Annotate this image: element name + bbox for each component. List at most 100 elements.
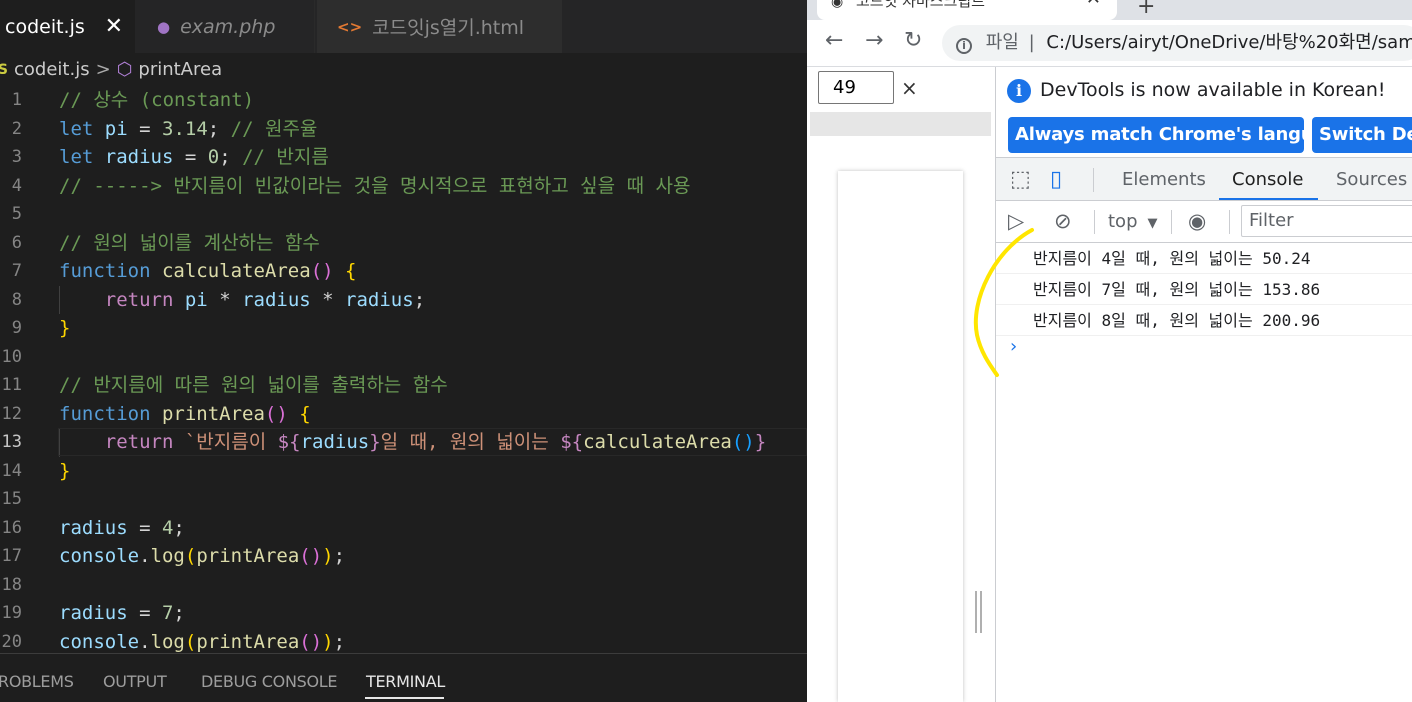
console-log-entry: 반지름이 4일 때, 원의 넓이는 50.24	[996, 243, 1412, 274]
code-token: ;	[207, 117, 231, 140]
filter-input[interactable]: Filter	[1241, 205, 1412, 237]
code-token: radius	[59, 516, 128, 539]
console-prompt-icon[interactable]: ›	[1010, 336, 1017, 357]
tab-sources[interactable]: Sources	[1336, 169, 1407, 190]
code-token: ()	[299, 630, 323, 653]
tab-elements[interactable]: Elements	[1122, 169, 1206, 190]
back-icon[interactable]: ←	[825, 28, 843, 53]
code-token: radius	[59, 602, 128, 624]
divider	[1229, 210, 1230, 234]
code-line[interactable]: 6 // 원의 넓이를 계산하는 함수	[0, 229, 807, 258]
code-token: return	[104, 288, 174, 311]
code-line[interactable]: 18	[0, 571, 807, 600]
clear-console-icon[interactable]: ⊘	[1054, 209, 1072, 233]
close-icon[interactable]: ×	[901, 76, 918, 100]
browser-toolbar: ← → ↻ i 파일 | C:/Users/airyt/OneDrive/바탕%…	[807, 20, 1412, 67]
forward-icon[interactable]: →	[865, 28, 883, 53]
code-line[interactable]: 20 console.log(printArea());	[0, 628, 807, 657]
code-line[interactable]: 2 let pi = 3.14; // 원주율	[0, 115, 807, 144]
code-token: function	[59, 402, 151, 425]
code-area[interactable]: 1// 상수 (constant) 2 let pi = 3.14; // 원주율 3…	[0, 86, 807, 653]
code-token: console	[59, 630, 140, 653]
inspect-element-icon[interactable]: ⬚	[1010, 167, 1031, 192]
tab-problems[interactable]: ROBLEMS	[0, 672, 74, 691]
tab-output[interactable]: OUTPUT	[103, 672, 167, 691]
globe-icon: ◉	[831, 0, 844, 10]
code-line[interactable]: 16 radius = 4;	[0, 514, 807, 543]
code-token: // 반지름	[242, 146, 329, 168]
new-tab-icon[interactable]: +	[1137, 0, 1155, 19]
browser-tab-strip: ◉ 코드잇 자바스크립트 ✕ +	[807, 0, 1412, 20]
code-token: {	[299, 402, 311, 425]
code-token: =	[127, 516, 162, 539]
code-text: console.log(printArea());	[59, 628, 345, 657]
page-bar	[810, 112, 991, 136]
line-number: 3	[11, 147, 22, 167]
tab-debug-console[interactable]: DEBUG CONSOLE	[201, 672, 338, 691]
context-selector[interactable]: top ▼	[1108, 211, 1158, 232]
page-input[interactable]: 49	[818, 71, 894, 104]
code-token: (	[184, 630, 197, 653]
tab-codeit-js[interactable]: codeit.js ✕	[0, 0, 135, 53]
code-token: ;	[173, 602, 185, 624]
code-token: pi	[104, 117, 128, 140]
code-line[interactable]: 19 radius = 7;	[0, 599, 807, 628]
eye-icon[interactable]: ◉	[1188, 209, 1206, 233]
code-text: let pi = 3.14; // 원주율	[59, 115, 317, 144]
device-toolbar-icon[interactable]: ▯	[1050, 167, 1062, 192]
code-line[interactable]: 10	[0, 343, 807, 372]
code-line[interactable]: 8 return pi * radius * radius;	[0, 286, 807, 315]
page-canvas	[838, 171, 963, 702]
tab-exam-php[interactable]: ● exam.php	[137, 0, 315, 53]
code-line[interactable]: 17 console.log(printArea());	[0, 542, 807, 571]
code-line[interactable]: 4 // -----> 반지름이 빈값이라는 것을 명시적으로 표현하고 싶을 때…	[0, 172, 807, 201]
code-line[interactable]: 11 // 반지름에 따른 원의 넓이를 출력하는 함수	[0, 371, 807, 400]
divider	[1093, 168, 1094, 192]
code-token: calculateArea	[161, 260, 311, 282]
code-token: // 상수 (constant)	[59, 89, 255, 111]
tab-html-file[interactable]: <> 코드잇js열기.html	[317, 0, 562, 53]
line-number: 6	[11, 232, 22, 253]
code-line[interactable]: 5	[0, 200, 807, 229]
console-log-entry: 반지름이 8일 때, 원의 넓이는 200.96	[996, 305, 1412, 336]
code-line[interactable]: 13 return `반지름이 ${radius}일 때, 원의 넓이는 ${c…	[0, 428, 807, 457]
switch-devtools-language-button[interactable]: Switch DevTools to Korean	[1312, 117, 1412, 153]
site-info-icon[interactable]: i	[956, 38, 972, 54]
line-number: 19	[1, 603, 22, 623]
code-token: (	[184, 545, 197, 567]
breadcrumb-symbol[interactable]: printArea	[138, 59, 222, 80]
tab-terminal[interactable]: TERMINAL	[366, 672, 445, 691]
line-number: 20	[1, 631, 22, 652]
code-text: }	[59, 457, 70, 486]
address-url: C:/Users/airyt/OneDrive/바탕%20화면/sample/코…	[1046, 32, 1412, 53]
code-token: function	[59, 260, 151, 282]
devtools-resize-handle[interactable]	[975, 591, 982, 633]
tab-console[interactable]: Console	[1232, 169, 1303, 190]
close-icon[interactable]: ✕	[1086, 0, 1101, 8]
line-number: 12	[1, 403, 22, 424]
code-line[interactable]: 7 function calculateArea() {	[0, 257, 807, 286]
code-token: }	[754, 431, 767, 453]
code-token: ()	[299, 545, 323, 567]
code-token: )	[322, 545, 334, 567]
code-line[interactable]: 3 let radius = 0; // 반지름	[0, 143, 807, 172]
browser-tab[interactable]: ◉ 코드잇 자바스크립트 ✕	[817, 0, 1117, 20]
breadcrumb-file[interactable]: codeit.js	[14, 59, 90, 80]
address-bar[interactable]: i 파일 | C:/Users/airyt/OneDrive/바탕%20화면/s…	[942, 25, 1412, 61]
code-line[interactable]: 1 // 상수 (constant)	[0, 86, 807, 115]
code-line[interactable]: 9}	[0, 314, 807, 343]
sidebar-toggle-icon[interactable]: ▷	[1008, 209, 1024, 233]
info-icon: i	[1007, 79, 1031, 103]
code-line[interactable]: 12 function printArea() {	[0, 400, 807, 429]
code-token: log	[150, 545, 185, 567]
close-icon[interactable]: ✕	[105, 14, 123, 39]
code-line[interactable]: 15	[0, 485, 807, 514]
devtools-tab-bar: ⬚ ▯ Elements Console Sources	[996, 157, 1412, 201]
reload-icon[interactable]: ↻	[904, 28, 922, 53]
code-line[interactable]: 14}	[0, 457, 807, 486]
line-number: 4	[11, 175, 22, 196]
always-match-language-button[interactable]: Always match Chrome's language	[1008, 117, 1304, 153]
